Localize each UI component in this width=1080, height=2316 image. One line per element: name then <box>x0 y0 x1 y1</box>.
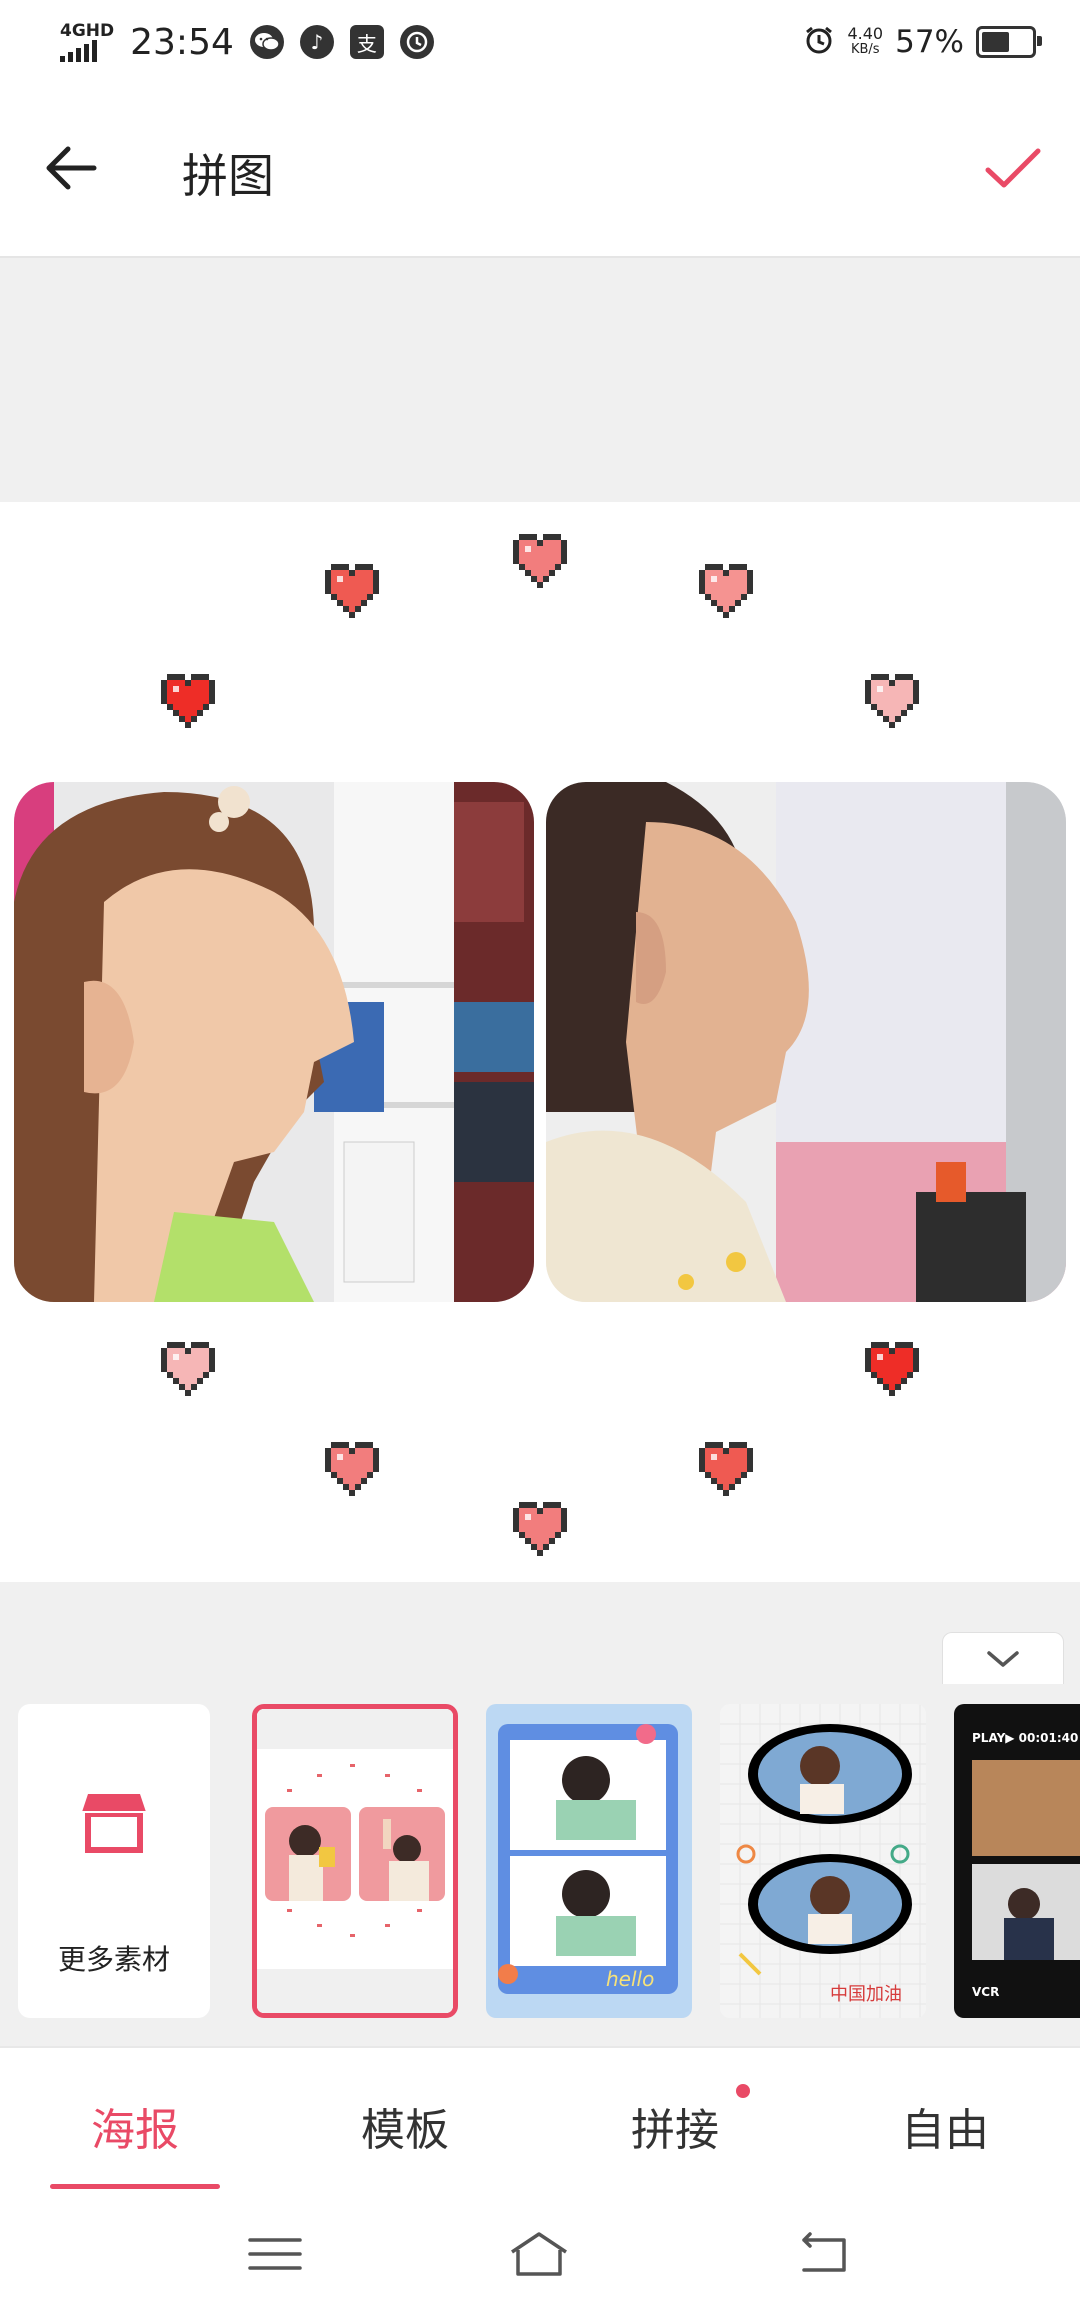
status-left: 4GHD 23:54 ♪ 支 <box>60 20 434 64</box>
home-button[interactable] <box>506 2226 572 2282</box>
arrow-left-icon <box>46 146 97 190</box>
template-vcr-play-text: PLAY▶ 00:01:40 <box>972 1731 1078 1745</box>
heart-sticker <box>513 1502 567 1556</box>
heart-sticker <box>161 674 215 728</box>
photo-image <box>546 782 1066 1302</box>
heart-sticker <box>865 1342 919 1396</box>
alarm-icon <box>803 24 835 60</box>
heart-sticker <box>325 1442 379 1496</box>
network-speed: 4.40 KB/s <box>847 26 883 58</box>
heart-sticker <box>325 564 379 618</box>
confirm-button[interactable] <box>980 136 1046 202</box>
battery-icon <box>976 26 1042 58</box>
template-doodle-text: 中国加油 <box>830 1984 902 2005</box>
status-time: 23:54 <box>130 21 234 63</box>
battery-level <box>982 32 1009 52</box>
heart-sticker <box>513 534 567 588</box>
canvas-bottom-padding <box>0 1582 1080 1684</box>
status-right: 4.40 KB/s 57% <box>803 20 1042 64</box>
status-bar: 4GHD 23:54 ♪ 支 4.40 KB/s 57% <box>0 0 1080 84</box>
photo-image <box>14 782 534 1302</box>
store-icon <box>82 1794 146 1853</box>
tab-splice-badge <box>736 2084 750 2098</box>
clock-icon <box>399 25 434 59</box>
collage-photo-2[interactable] <box>546 782 1066 1302</box>
template-preview: PLAY▶ 00:01:40 VCR <box>954 1704 1080 2018</box>
template-strip[interactable]: 更多素材 hello 中国加油 PLAY▶ 00:01:40 VCR <box>0 1684 1080 2046</box>
active-tab-indicator <box>50 2184 220 2189</box>
chevron-down-icon <box>987 1651 1019 1667</box>
template-vcr-label: VCR <box>972 1985 999 1999</box>
back-nav-button[interactable] <box>790 2226 856 2282</box>
collapse-panel-button[interactable] <box>942 1632 1064 1687</box>
template-hello-text: hello <box>606 1967 654 1991</box>
tab-poster[interactable]: 海报 <box>15 2094 255 2158</box>
bottom-tabs: 海报 模板 拼接 自由 <box>0 2046 1080 2198</box>
back-button[interactable] <box>38 134 106 202</box>
template-doodle-frame[interactable]: 中国加油 <box>720 1704 926 2018</box>
tab-splice[interactable]: 拼接 <box>555 2094 795 2158</box>
menu-button[interactable] <box>242 2226 308 2282</box>
header: 拼图 <box>0 84 1080 258</box>
collage-photo-1[interactable] <box>14 782 534 1302</box>
canvas-top-padding <box>0 258 1080 502</box>
checkmark-icon <box>985 148 1041 188</box>
battery-percent: 57% <box>895 24 964 60</box>
heart-sticker <box>699 564 753 618</box>
back-icon <box>802 2232 846 2272</box>
template-hello-blue-frame[interactable]: hello <box>486 1704 692 2018</box>
signal-icon <box>60 39 97 62</box>
music-icon: ♪ <box>299 25 334 59</box>
speed-unit: KB/s <box>850 42 880 57</box>
wechat-icon <box>249 25 284 59</box>
network-type: 4GHD <box>60 20 115 41</box>
template-preview <box>257 1709 453 2013</box>
alipay-icon: 支 <box>349 25 384 59</box>
template-vcr-film[interactable]: PLAY▶ 00:01:40 VCR <box>954 1704 1080 2018</box>
speed-value: 4.40 <box>847 24 884 43</box>
template-hearts-poster[interactable] <box>252 1704 458 2018</box>
heart-sticker <box>865 674 919 728</box>
template-preview: hello <box>486 1704 692 2018</box>
system-navbar <box>0 2196 1080 2316</box>
network-indicator: 4GHD <box>60 20 115 62</box>
template-preview: 中国加油 <box>720 1704 926 2018</box>
tab-free[interactable]: 自由 <box>825 2094 1065 2158</box>
collage-canvas[interactable] <box>0 502 1080 1582</box>
heart-sticker <box>699 1442 753 1496</box>
page-title: 拼图 <box>182 149 274 203</box>
tab-template[interactable]: 模板 <box>285 2094 525 2158</box>
menu-icon <box>248 2238 302 2270</box>
more-materials-label: 更多素材 <box>57 1943 170 1976</box>
home-icon <box>511 2232 567 2276</box>
more-materials-button[interactable]: 更多素材 <box>18 1704 210 2018</box>
heart-sticker <box>161 1342 215 1396</box>
